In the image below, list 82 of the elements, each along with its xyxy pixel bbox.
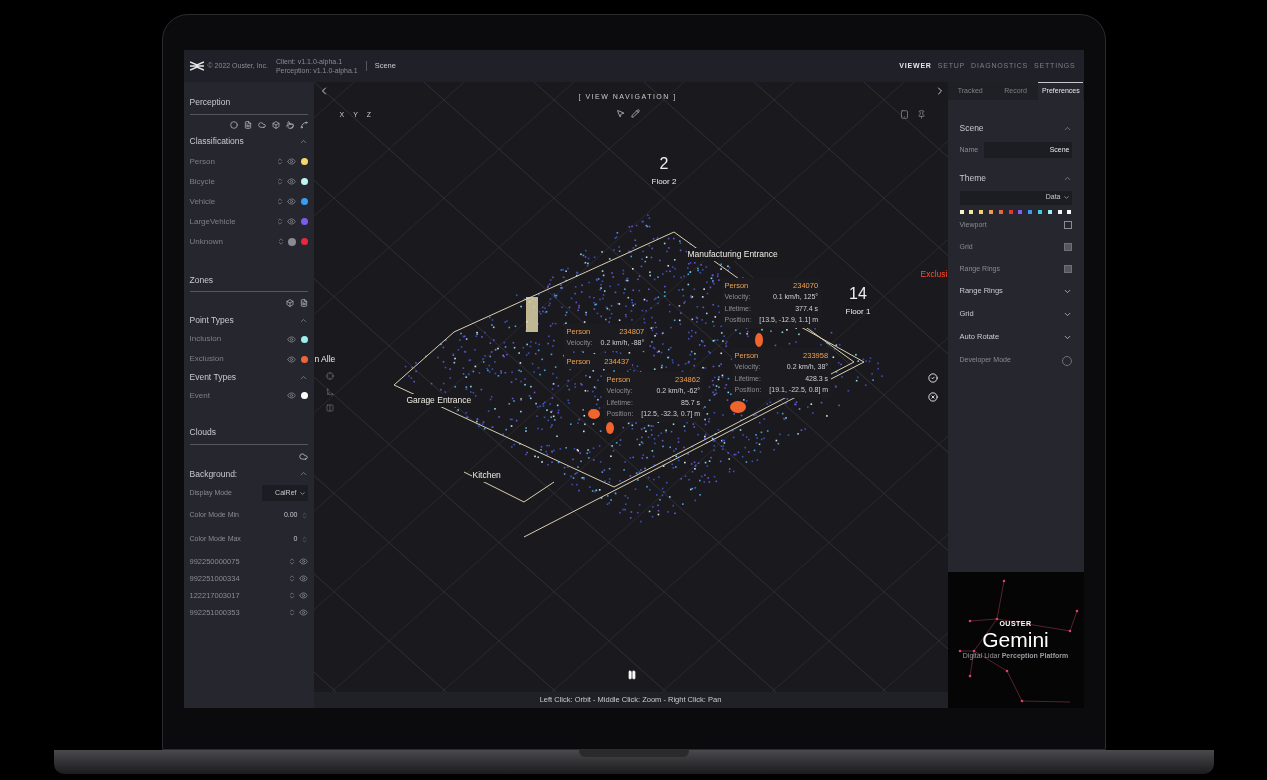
tablet-icon[interactable]: [899, 110, 909, 119]
color-swatch[interactable]: [1028, 209, 1033, 214]
eye-icon[interactable]: [286, 157, 296, 166]
section-title: Zones: [189, 273, 214, 287]
floor-number: 14: [849, 284, 867, 304]
axes-icon[interactable]: [325, 388, 334, 396]
color-swatch[interactable]: [1018, 209, 1023, 214]
color-swatch[interactable]: [988, 209, 993, 214]
list-item-label: Person: [189, 155, 216, 168]
sort-icon[interactable]: [275, 217, 284, 226]
checkbox[interactable]: [1063, 265, 1072, 273]
sort-icon[interactable]: [287, 608, 296, 618]
sort-icon[interactable]: [275, 157, 284, 166]
logo-icon: [189, 61, 204, 71]
color-swatch[interactable]: [1038, 209, 1042, 214]
list-item-label: Exclusion: [189, 353, 225, 365]
product-title: Gemini: [982, 629, 1049, 651]
list-item-label: LargeVehicle: [189, 215, 237, 228]
zone-label: Garage Entrance: [405, 394, 473, 407]
color-swatch[interactable]: [1067, 209, 1072, 214]
eye-icon[interactable]: [286, 334, 296, 344]
section-title: Theme: [959, 171, 986, 185]
color-swatch[interactable]: [1008, 209, 1013, 214]
list-item-label: Event: [189, 389, 211, 402]
color-swatch[interactable]: [998, 209, 1003, 214]
document-icon[interactable]: [243, 120, 252, 129]
eye-icon[interactable]: [286, 177, 296, 186]
document-icon[interactable]: [299, 299, 308, 308]
section-title: Event Types: [189, 371, 237, 384]
columns-icon[interactable]: [325, 404, 334, 412]
sort-icon[interactable]: [287, 557, 296, 567]
sort-icon[interactable]: [287, 574, 296, 584]
section-title: Clouds: [189, 425, 216, 439]
cloud-icon[interactable]: [257, 120, 266, 129]
eye-icon[interactable]: [298, 608, 308, 618]
color-swatch[interactable]: [979, 209, 984, 214]
pointer-icon[interactable]: [615, 108, 625, 118]
cube-icon[interactable]: [285, 299, 294, 308]
checkbox[interactable]: [1063, 243, 1072, 251]
list-item-label: Inclusion: [189, 333, 223, 345]
chevron-down-icon: [298, 489, 306, 497]
list-item-label: Vehicle: [189, 195, 217, 208]
section-title: Scene: [959, 122, 984, 135]
eye-icon[interactable]: [286, 197, 296, 206]
close-circle-icon[interactable]: [927, 392, 938, 402]
pencil-icon[interactable]: [630, 108, 640, 118]
circle-icon[interactable]: [229, 120, 238, 129]
checkbox[interactable]: [1063, 221, 1072, 229]
floor-number: 2: [659, 154, 669, 174]
section-title: Perception: [189, 96, 231, 109]
line-icon[interactable]: [299, 120, 308, 129]
eye-icon[interactable]: [298, 574, 308, 584]
zone-label: Kitchen: [471, 469, 502, 482]
pin-icon[interactable]: [916, 110, 926, 119]
color-swatch[interactable]: [959, 209, 964, 214]
zone-label: Manufacturing Entrance: [686, 248, 779, 261]
cube-icon[interactable]: [271, 120, 280, 129]
sort-icon[interactable]: [275, 197, 284, 206]
hand-pointer-icon[interactable]: [285, 120, 294, 129]
eye-icon[interactable]: [298, 591, 308, 601]
color-swatch[interactable]: [1047, 209, 1052, 214]
list-item-label: Unknown: [189, 235, 224, 248]
chevron-down-icon: [1062, 194, 1070, 201]
section-title: Point Types: [189, 314, 234, 327]
cloud-icon[interactable]: [298, 451, 308, 461]
section-title: Background:: [189, 467, 238, 481]
sort-icon[interactable]: [276, 237, 285, 246]
section-title: Classifications: [189, 134, 244, 148]
pause-icon[interactable]: [626, 670, 637, 680]
color-swatch[interactable]: [969, 209, 974, 214]
sort-icon[interactable]: [287, 591, 296, 601]
eye-icon[interactable]: [286, 217, 296, 226]
sort-icon[interactable]: [275, 177, 284, 186]
list-item-label: Bicycle: [189, 175, 216, 188]
eye-icon[interactable]: [286, 354, 296, 364]
color-swatch[interactable]: [1057, 209, 1062, 214]
floor-label: Floor 1: [845, 306, 871, 318]
crosshair-icon[interactable]: [325, 372, 334, 380]
eye-icon[interactable]: [298, 557, 308, 567]
floor-label: Floor 2: [651, 176, 677, 188]
eye-icon[interactable]: [286, 391, 296, 401]
check-circle-icon[interactable]: [927, 373, 938, 383]
